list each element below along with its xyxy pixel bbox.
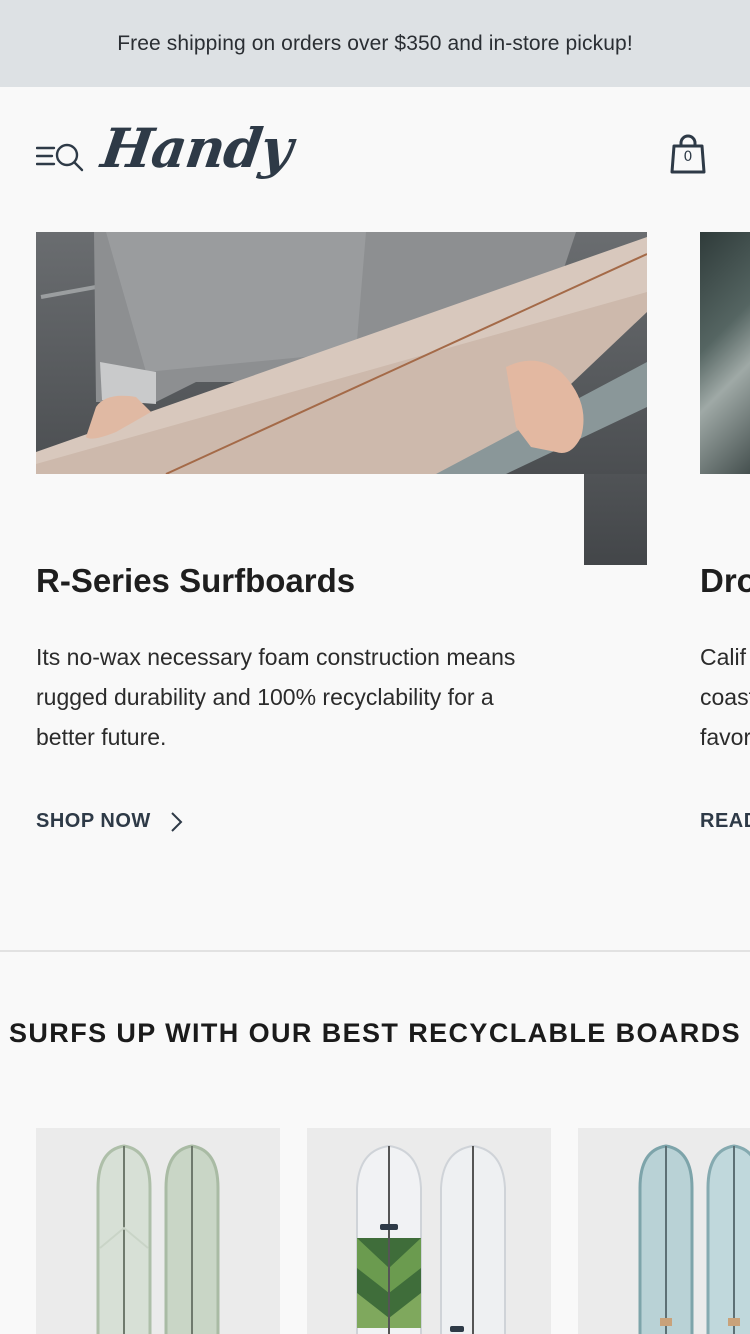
cart-button[interactable]: 0 bbox=[669, 134, 707, 176]
product-card[interactable] bbox=[578, 1128, 750, 1334]
slide-image[interactable] bbox=[700, 232, 750, 474]
cart-count: 0 bbox=[683, 149, 693, 165]
shop-now-label: SHOP NOW bbox=[36, 810, 151, 832]
slide-image[interactable] bbox=[36, 232, 647, 565]
slide-description-line: favor bbox=[700, 724, 750, 750]
surfboard-photo bbox=[36, 232, 647, 474]
menu-search-icon[interactable] bbox=[36, 142, 84, 172]
announcement-bar: Free shipping on orders over $350 and in… bbox=[0, 0, 750, 87]
section-heading: SURFS UP WITH OUR BEST RECYCLABLE BOARDS bbox=[8, 1018, 742, 1048]
product-card[interactable] bbox=[307, 1128, 551, 1334]
slide-title: Dro bbox=[700, 562, 750, 599]
slide-title: R-Series Surfboards bbox=[36, 562, 356, 599]
slide-image-accent bbox=[584, 474, 647, 565]
product-card[interactable] bbox=[36, 1128, 280, 1334]
slide-description-line: Calif bbox=[700, 644, 747, 670]
announcement-text: Free shipping on orders over $350 and in… bbox=[117, 31, 633, 55]
slide-description: Calif coast favor bbox=[700, 637, 750, 757]
shop-now-link[interactable]: SHOP NOW bbox=[36, 810, 183, 833]
slide-description: Its no-wax necessary foam construction m… bbox=[36, 644, 516, 750]
slide-description-line: coast bbox=[700, 684, 750, 710]
carousel-slide: Dro Calif coast favor READ bbox=[700, 232, 750, 832]
carousel-slide: R-Series Surfboards Its no-wax necessary… bbox=[36, 232, 647, 832]
surfboard-image bbox=[356, 1144, 506, 1334]
read-more-link[interactable]: READ bbox=[700, 810, 750, 833]
surfboard-image bbox=[96, 1144, 220, 1334]
read-more-label: READ bbox=[700, 810, 750, 832]
surfboard-image bbox=[638, 1144, 750, 1334]
section-divider bbox=[0, 950, 750, 952]
chevron-right-icon bbox=[171, 811, 183, 832]
brand-logo[interactable]: Handy bbox=[98, 116, 296, 180]
